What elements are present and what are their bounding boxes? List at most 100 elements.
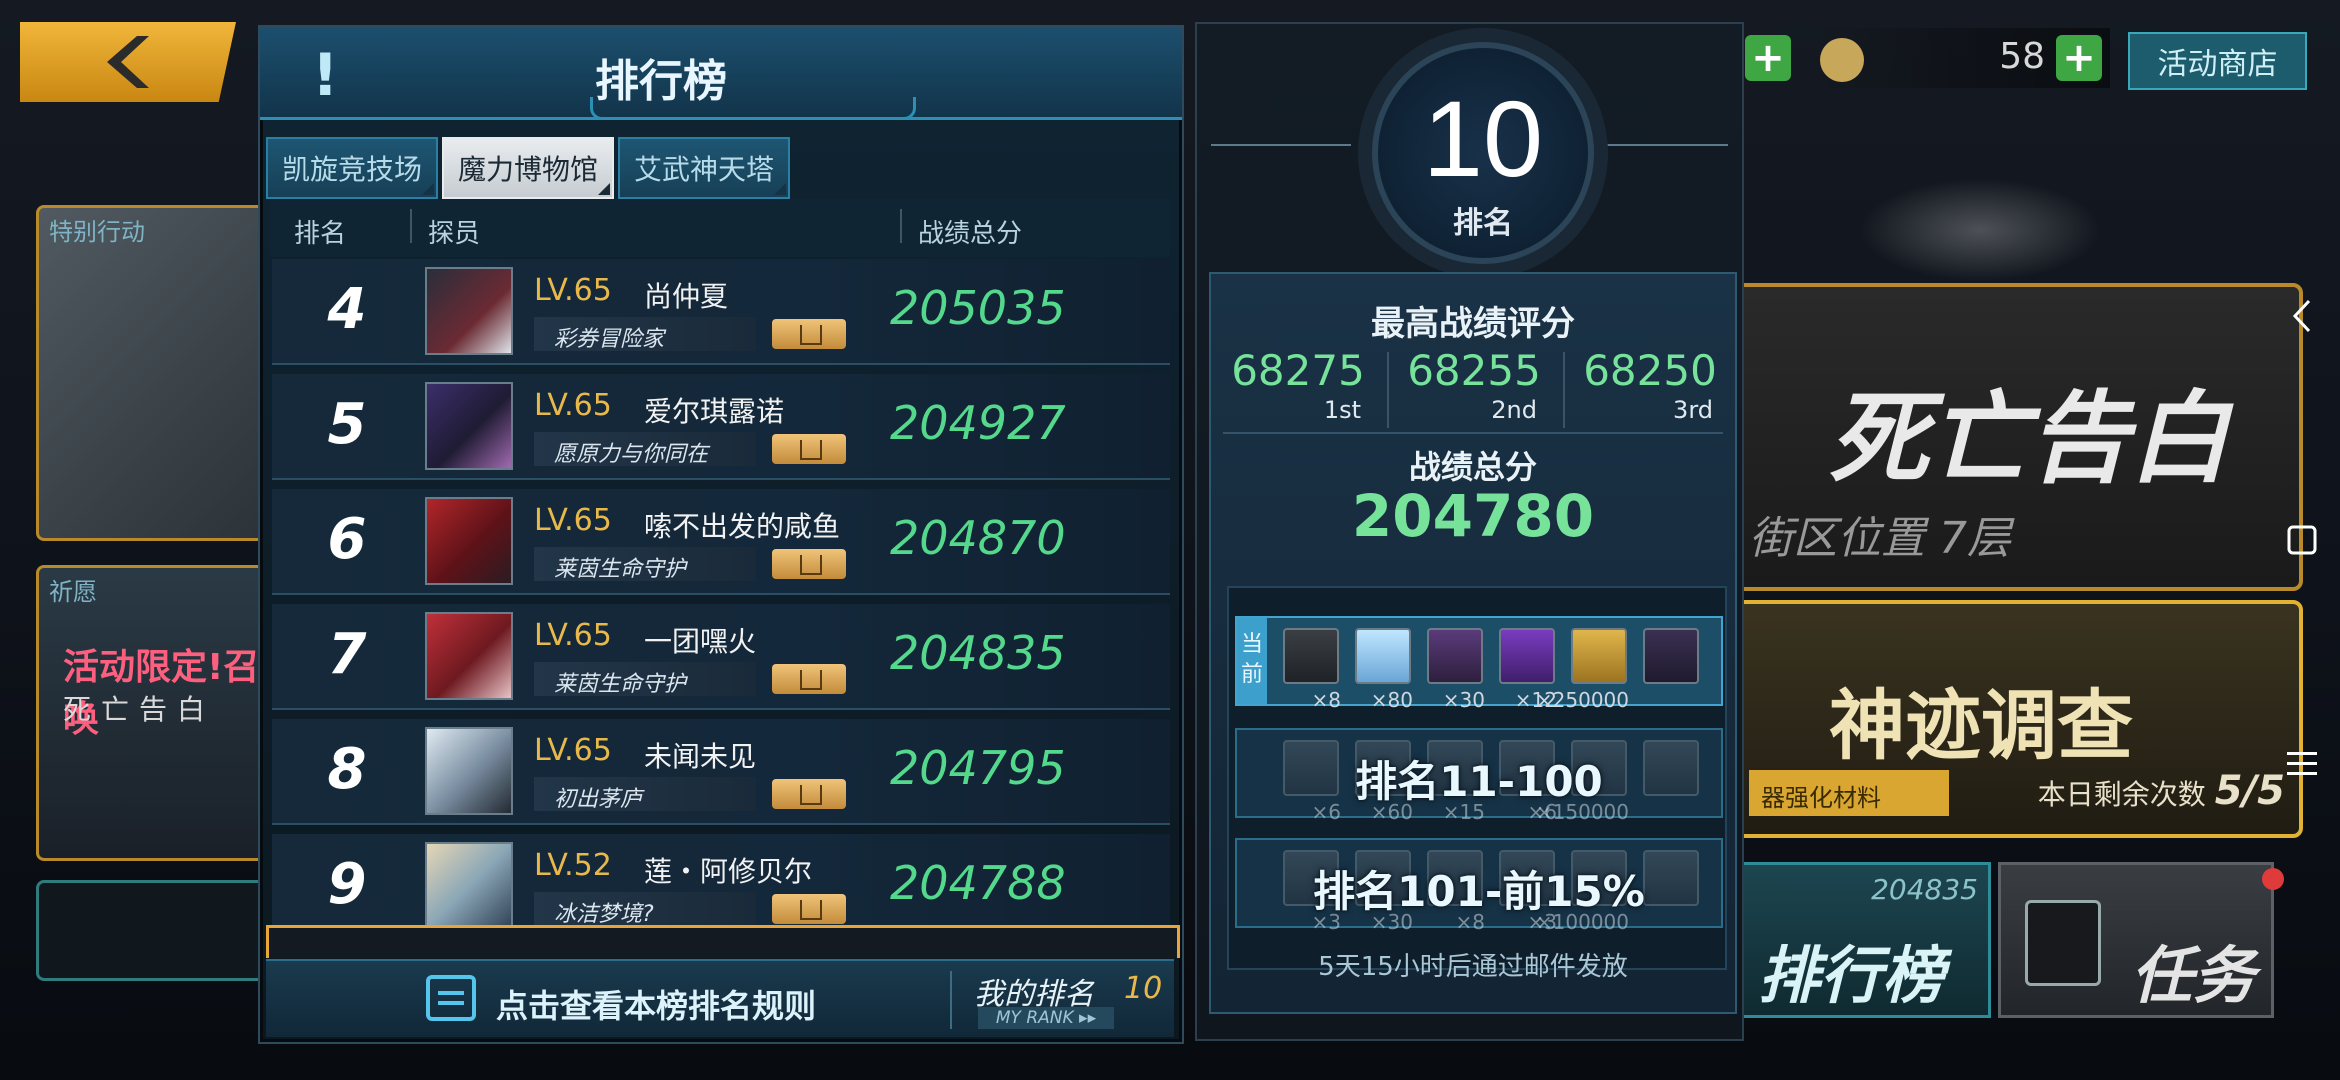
row-title: 初出茅庐 (554, 787, 643, 812)
row-level: LV.65 (534, 503, 612, 538)
avatar[interactable] (425, 497, 513, 585)
add-currency-button[interactable]: + (1745, 35, 1791, 81)
leaderboard-row[interactable]: 6 LV.65 嗦不出发的咸鱼 莱茵生命守护 204870 (272, 489, 1170, 595)
card-item-icon[interactable]: ×8 (1283, 628, 1341, 712)
tab-label: 魔力博物馆 (458, 153, 599, 186)
death-sub: 街区位置 7层 (1749, 513, 2011, 564)
notification-dot (2262, 868, 2284, 890)
leaderboard-button-score: 204835 (1871, 873, 1978, 906)
badge-icon[interactable] (772, 549, 846, 579)
row-level: LV.65 (534, 733, 612, 768)
total-score-value: 204780 (1351, 482, 1595, 550)
reward-panel: 10 排名 最高战绩评分 68275 1st 68255 2nd 68250 3… (1195, 22, 1744, 1041)
currency-value: 58 (1999, 36, 2045, 77)
avatar[interactable] (425, 612, 513, 700)
row-score: 204870 (890, 511, 1066, 565)
my-rank-button[interactable]: MY RANK ▸▸ (978, 1007, 1114, 1029)
miracle-remaining-value: 5/5 (2214, 768, 2285, 814)
my-rank-value: 10 (1124, 971, 1163, 1006)
crystal-item-icon[interactable]: ×80 (1355, 628, 1413, 712)
tab-martial-tower[interactable]: 艾武神天塔 (618, 137, 791, 199)
reward-tiers: 当前 ×8 ×80 ×30 ×12 ×250000 ×6 ×60 ×15 ×6 … (1227, 586, 1727, 970)
row-score: 204795 (890, 741, 1066, 795)
miracle-title: 神迹调查 (1829, 681, 2133, 770)
column-member: 探员 (428, 219, 481, 249)
row-level: LV.52 (534, 848, 612, 883)
event-card[interactable]: 特别行动 (36, 205, 272, 541)
my-row-highlight[interactable] (266, 925, 1180, 958)
system-home-icon[interactable] (2282, 520, 2322, 560)
gem-item-icon[interactable] (1643, 628, 1699, 684)
column-separator (410, 209, 412, 243)
best-score-1: 68275 1st (1213, 346, 1383, 436)
avatar[interactable] (425, 842, 513, 930)
potion-item-icon[interactable]: ×12 (1499, 628, 1557, 712)
system-menu-icon[interactable] (2282, 744, 2322, 784)
leaderboard-row[interactable]: 4 LV.65 尚仲夏 彩券冒险家 205035 (272, 259, 1170, 365)
reward-tier-11-100[interactable]: ×6 ×60 ×15 ×6 ×150000 排名11-100 (1235, 728, 1723, 824)
row-rank: 8 (327, 737, 367, 802)
empty-card[interactable] (36, 880, 272, 981)
rules-icon[interactable] (426, 975, 476, 1021)
avatar[interactable] (425, 727, 513, 815)
rules-link[interactable]: 点击查看本榜排名规则 (496, 981, 816, 1027)
tab-corner (598, 183, 611, 195)
row-name: 嗦不出发的咸鱼 (644, 510, 841, 543)
task-button[interactable]: 任务 (1998, 862, 2274, 1018)
miracle-investigation-card[interactable]: 神迹调查 器强化材料 本日剩余次数 5/5 (1735, 600, 2303, 838)
best-score-3: 68250 3rd (1565, 346, 1735, 436)
row-score: 204927 (890, 396, 1066, 450)
row-rank: 5 (327, 392, 367, 457)
column-score: 战绩总分 (918, 219, 1023, 249)
badge-icon[interactable] (772, 319, 846, 349)
item-count: ×30 (1442, 688, 1485, 712)
tab-magic-museum[interactable]: 魔力博物馆 (442, 137, 615, 199)
system-back-icon[interactable] (2282, 296, 2322, 336)
badge-icon[interactable] (772, 779, 846, 809)
fire-item-icon[interactable]: ×30 (1427, 628, 1485, 712)
rank-label: 排名 (1453, 206, 1513, 241)
reward-tier-101-15pct[interactable]: ×3 ×30 ×8 ×3 ×100000 排名101-前15% (1235, 838, 1723, 934)
leaderboard-row[interactable]: 5 LV.65 爱尔琪露诺 愿原力与你同在 204927 (272, 374, 1170, 480)
gacha-sub-text: 死亡告白 (63, 693, 216, 726)
tier-label: 排名11-100 (1355, 757, 1603, 806)
column-separator (900, 209, 902, 243)
row-rank: 7 (327, 622, 367, 687)
currency-display: 58 + (1810, 28, 2110, 88)
death-confession-card[interactable]: 死亡告白 街区位置 7层 (1735, 283, 2303, 591)
row-rank: 4 (327, 277, 367, 342)
leaderboard-row[interactable]: 8 LV.65 未闻未见 初出茅庐 204795 (272, 719, 1170, 825)
event-shop-button[interactable]: 活动商店 (2128, 32, 2307, 90)
row-title: 莱茵生命守护 (554, 672, 687, 697)
best-score-place: 1st (1323, 396, 1361, 424)
tab-triumph-arena[interactable]: 凯旋竞技场 (266, 137, 439, 199)
badge-icon[interactable] (772, 434, 846, 464)
rank-emblem: 10 排名 (1372, 42, 1594, 264)
pill-icon (1820, 38, 1864, 82)
gacha-card[interactable]: 祈愿 活动限定!召唤 死亡告白 (36, 565, 272, 861)
tab-corner (774, 183, 787, 195)
leaderboard-row[interactable]: 7 LV.65 一团嘿火 莱茵生命守护 204835 (272, 604, 1170, 710)
back-button[interactable] (20, 22, 236, 102)
reward-tier-current[interactable]: 当前 ×8 ×80 ×30 ×12 ×250000 (1235, 616, 1723, 712)
row-rank: 9 (327, 852, 367, 917)
gacha-card-tag: 祈愿 (49, 578, 97, 606)
row-score: 204788 (890, 856, 1066, 910)
decor-line (1588, 144, 1728, 146)
avatar[interactable] (425, 382, 513, 470)
coin-item-icon[interactable]: ×250000 (1536, 628, 1629, 712)
badge-icon[interactable] (772, 894, 846, 924)
event-card-tag: 特别行动 (49, 218, 145, 246)
leaderboard-panel: ! 排行榜 凯旋竞技场 魔力博物馆 艾武神天塔 排名 探员 战绩总分 4 LV.… (258, 25, 1184, 1044)
row-level: LV.65 (534, 273, 612, 308)
avatar[interactable] (425, 267, 513, 355)
row-score: 205035 (890, 281, 1066, 335)
leaderboard-tabs: 凯旋竞技场 魔力博物馆 艾武神天塔 (266, 137, 791, 199)
item-count: ×250000 (1535, 688, 1629, 712)
add-currency-button-2[interactable]: + (2056, 35, 2102, 81)
leaderboard-footer: 点击查看本榜排名规则 我的排名 10 MY RANK ▸▸ (266, 959, 1174, 1037)
column-header: 排名 探员 战绩总分 (270, 199, 1170, 257)
leaderboard-button[interactable]: 204835 排行榜 (1735, 862, 1991, 1018)
best-score-value: 68250 (1583, 346, 1717, 395)
badge-icon[interactable] (772, 664, 846, 694)
